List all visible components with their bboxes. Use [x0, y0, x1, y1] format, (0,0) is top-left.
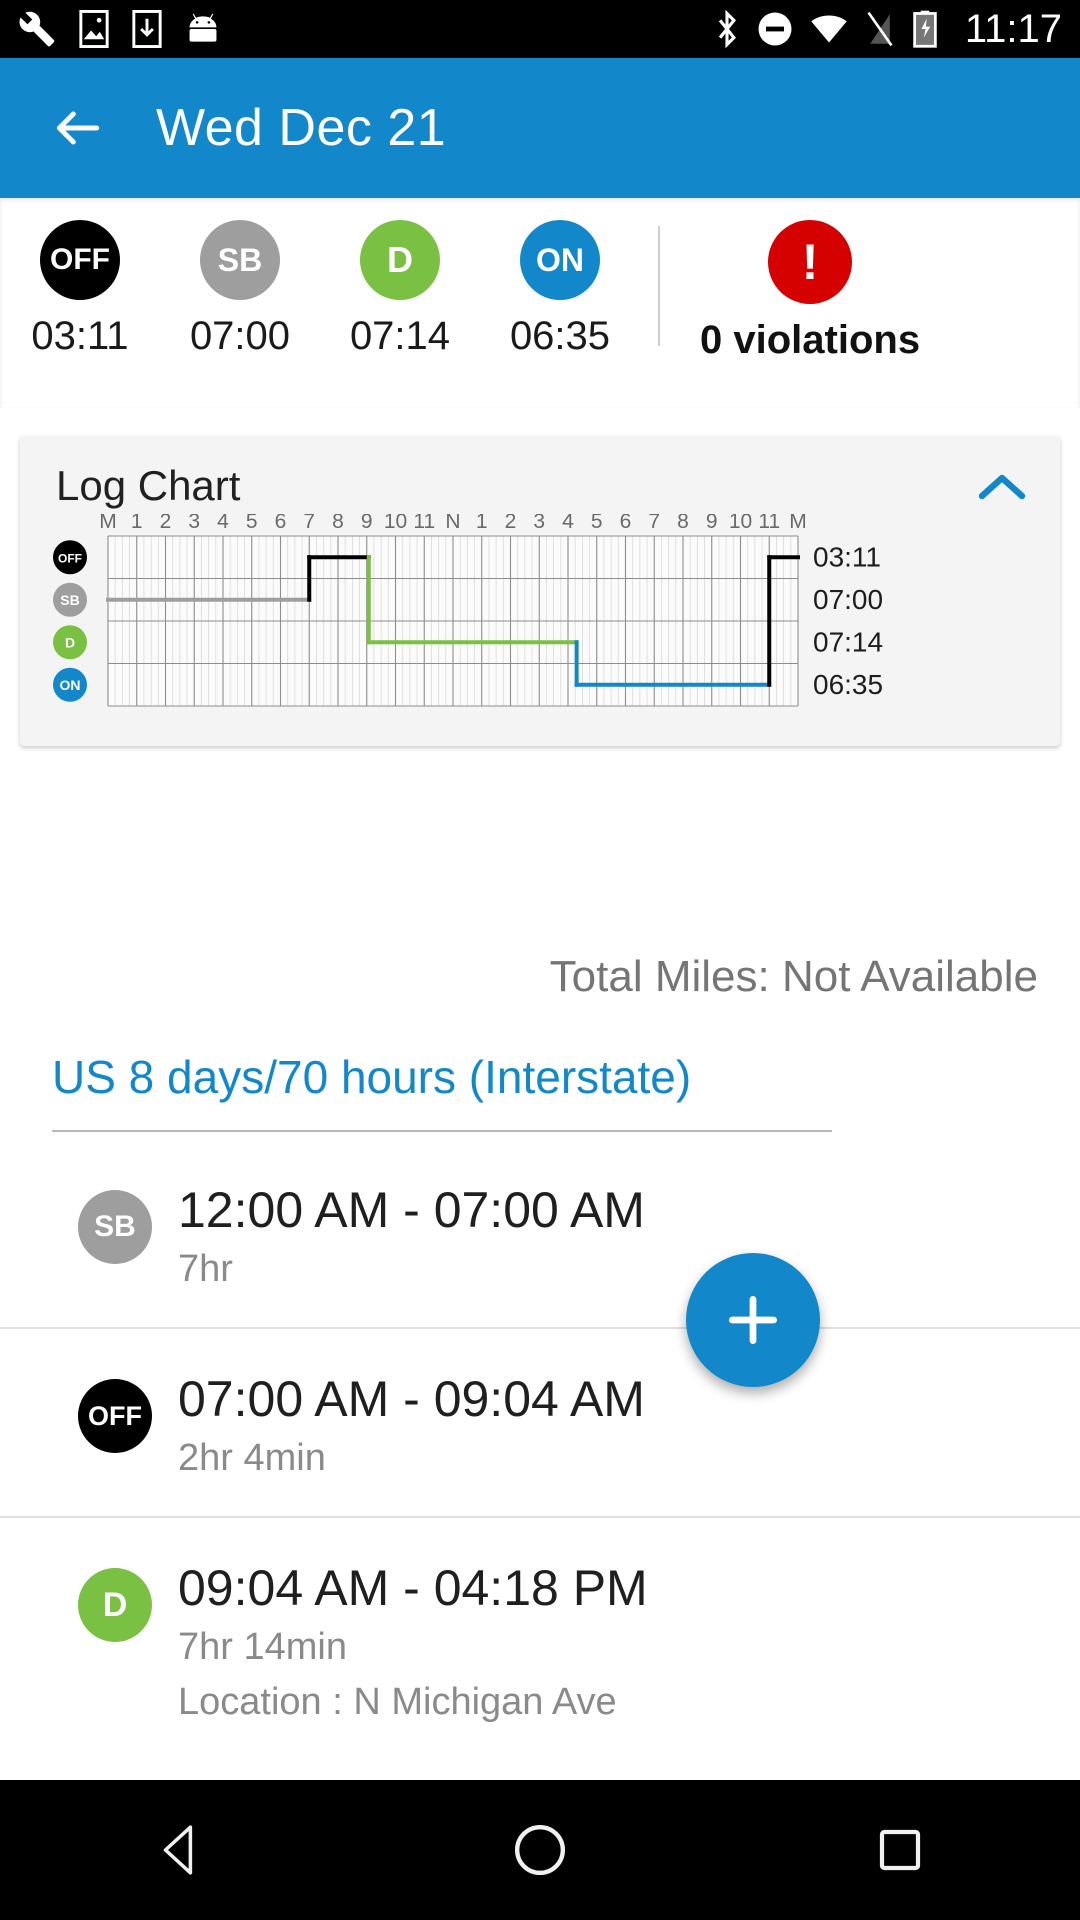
on-badge-icon: ON	[520, 220, 600, 300]
screenshot-icon	[79, 10, 109, 48]
log-chart-card: Log Chart M 1 2 3 4 5 6 7 8 9 10 11 N 1 2 3 4 5 6 7 8 9 10 11 M O…	[20, 436, 1060, 746]
log-chart-title: Log Chart	[56, 462, 241, 509]
app-bar: Wed Dec 21	[0, 58, 1080, 198]
log-entry-list: SB 12:00 AM - 07:00 AM 7hr OFF 07:00 AM …	[0, 1140, 1080, 1760]
svg-text:9: 9	[706, 514, 718, 533]
wifi-icon	[811, 15, 847, 43]
status-bar-right-icons: 11:17	[714, 9, 1062, 49]
page-title: Wed Dec 21	[156, 99, 447, 157]
svg-text:7: 7	[303, 514, 315, 533]
svg-text:6: 6	[620, 514, 632, 533]
entry-duration: 7hr	[178, 1248, 233, 1290]
svg-text:03:11: 03:11	[813, 541, 881, 572]
chevron-up-icon[interactable]	[978, 471, 1026, 501]
nav-home-button[interactable]	[480, 1790, 600, 1910]
log-chart-header[interactable]: Log Chart	[20, 436, 1060, 510]
svg-text:ON: ON	[60, 677, 81, 693]
sb-badge-icon: SB	[200, 220, 280, 300]
entry-duration: 7hr 14min	[178, 1626, 347, 1668]
summary-on-time: 06:35	[509, 314, 611, 358]
entry-status-badge-d: D	[78, 1568, 152, 1642]
nav-recents-button[interactable]	[840, 1790, 960, 1910]
back-triangle-icon	[163, 1825, 193, 1875]
list-item[interactable]: OFF 07:00 AM - 09:04 AM 2hr 4min	[0, 1329, 1080, 1518]
battery-charging-icon	[913, 10, 937, 48]
svg-text:8: 8	[677, 514, 689, 533]
d-badge-icon: D	[360, 220, 440, 300]
svg-text:11: 11	[413, 514, 435, 533]
summary-off-time: 03:11	[31, 314, 129, 358]
back-arrow-icon[interactable]	[50, 100, 106, 156]
svg-text:2: 2	[160, 514, 172, 533]
summary-divider	[658, 226, 660, 346]
svg-text:3: 3	[188, 514, 200, 533]
svg-text:M: M	[99, 514, 117, 533]
svg-text:9: 9	[361, 514, 373, 533]
svg-text:6: 6	[275, 514, 287, 533]
entry-time-range: 09:04 AM - 04:18 PM	[178, 1560, 648, 1616]
svg-text:4: 4	[562, 514, 574, 533]
alert-exclamation-icon: !	[768, 220, 853, 304]
svg-text:1: 1	[131, 514, 143, 533]
home-circle-icon	[514, 1824, 566, 1876]
svg-text:3: 3	[533, 514, 545, 533]
svg-text:06:35: 06:35	[813, 669, 883, 700]
svg-text:OFF: OFF	[58, 551, 82, 565]
svg-text:D: D	[65, 634, 75, 650]
svg-text:1: 1	[476, 514, 488, 533]
summary-status-off[interactable]: OFF 03:11	[0, 220, 160, 408]
android-status-bar: 11:17	[0, 0, 1080, 58]
summary-sb-time: 07:00	[189, 314, 291, 358]
violations-count-label: 0 violations	[700, 318, 921, 362]
download-icon	[132, 10, 162, 48]
recents-square-icon	[879, 1829, 921, 1871]
nav-back-button[interactable]	[120, 1790, 240, 1910]
list-item[interactable]: SB 12:00 AM - 07:00 AM 7hr	[0, 1140, 1080, 1329]
svg-text:07:14: 07:14	[813, 626, 883, 657]
do-not-disturb-icon	[758, 12, 792, 46]
svg-text:N: N	[445, 514, 460, 533]
summary-status-on[interactable]: ON 06:35	[480, 220, 640, 408]
list-item[interactable]: D 09:04 AM - 04:18 PM 7hr 14min Location…	[0, 1518, 1080, 1760]
entry-status-badge-off: OFF	[78, 1379, 152, 1453]
svg-text:8: 8	[332, 514, 344, 533]
cycle-divider	[52, 1130, 832, 1132]
plus-icon	[728, 1295, 778, 1345]
svg-text:10: 10	[384, 514, 407, 533]
entry-time-range: 12:00 AM - 07:00 AM	[178, 1182, 645, 1238]
android-icon	[189, 13, 217, 42]
app-screen: 11:17 Wed Dec 21 OFF 03:11 SB 07:00 D 07…	[0, 0, 1080, 1920]
svg-text:5: 5	[246, 514, 258, 533]
svg-text:M: M	[789, 514, 807, 533]
android-navigation-bar	[0, 1780, 1080, 1920]
signal-off-icon	[867, 11, 893, 47]
status-bar-clock: 11:17	[964, 7, 1062, 51]
svg-text:11: 11	[758, 514, 780, 533]
wrench-icon	[19, 11, 55, 47]
svg-text:7: 7	[648, 514, 660, 533]
svg-text:07:00: 07:00	[813, 584, 883, 615]
svg-text:2: 2	[505, 514, 517, 533]
entry-location: Location : N Michigan Ave	[178, 1681, 617, 1723]
entry-time-range: 07:00 AM - 09:04 AM	[178, 1371, 645, 1427]
status-bar-left-icons	[18, 10, 222, 48]
violations-summary[interactable]: ! 0 violations	[700, 220, 920, 408]
total-miles-label: Total Miles: Not Available	[549, 952, 1038, 1001]
summary-status-d[interactable]: D 07:14	[320, 220, 480, 408]
svg-text:10: 10	[729, 514, 752, 533]
summary-status-sb[interactable]: SB 07:00	[160, 220, 320, 408]
off-badge-icon: OFF	[40, 220, 120, 300]
svg-text:5: 5	[591, 514, 603, 533]
svg-text:4: 4	[217, 514, 229, 533]
bluetooth-icon	[718, 10, 736, 48]
add-log-entry-button[interactable]	[686, 1253, 820, 1387]
log-chart-graph: M 1 2 3 4 5 6 7 8 9 10 11 N 1 2 3 4 5 6 7 8 9 10 11 M OFF 03:11 SB 0…	[20, 514, 1060, 744]
duty-status-summary: OFF 03:11 SB 07:00 D 07:14 ON 06:35 ! 0 …	[0, 198, 1080, 408]
entry-duration: 2hr 4min	[178, 1437, 326, 1479]
svg-text:SB: SB	[60, 592, 79, 608]
cycle-rule-title: US 8 days/70 hours (Interstate)	[52, 1051, 692, 1103]
log-chart-svg: M 1 2 3 4 5 6 7 8 9 10 11 N 1 2 3 4 5 6 7 8 9 10 11 MOFF 03:11SB 0…	[53, 514, 883, 707]
summary-d-time: 07:14	[349, 314, 451, 358]
entry-status-badge-sb: SB	[78, 1190, 152, 1264]
